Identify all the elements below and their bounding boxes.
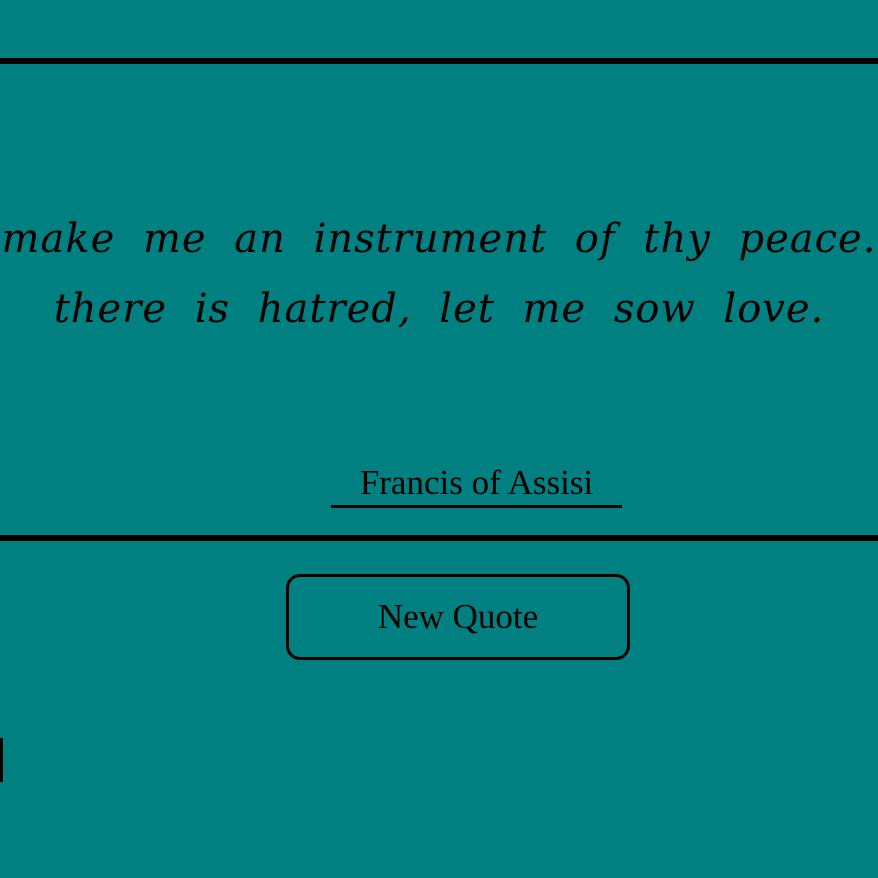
quote-author: Francis of Assisi [331, 461, 622, 508]
new-quote-button[interactable]: New Quote [286, 574, 630, 660]
quote-text: make me an instrument of thy peace. ther… [0, 204, 878, 344]
bottom-divider [0, 535, 878, 541]
quote-line: there is hatred, let me sow love. [53, 286, 825, 332]
text-cursor-mark [0, 738, 3, 782]
quote-machine: make me an instrument of thy peace. ther… [0, 0, 878, 878]
quote-line: make me an instrument of thy peace. [1, 216, 877, 262]
